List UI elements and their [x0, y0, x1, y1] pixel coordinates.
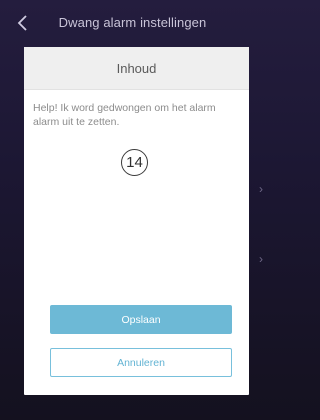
- dialog-header: Inhoud: [24, 47, 249, 90]
- app-header: Dwang alarm instellingen: [0, 0, 265, 46]
- dialog-title: Inhoud: [116, 60, 157, 76]
- duress-message-text[interactable]: Help! Ik word gedwongen om het alarm ala…: [33, 101, 233, 129]
- chevron-right-icon: ›: [259, 252, 263, 266]
- save-button[interactable]: Opslaan: [50, 305, 232, 334]
- number-badge: 14: [121, 149, 148, 176]
- content-dialog: Inhoud Help! Ik word gedwongen om het al…: [24, 47, 249, 395]
- page-title: Dwang alarm instellingen: [58, 15, 207, 30]
- chevron-right-icon: ›: [259, 182, 263, 196]
- cancel-button[interactable]: Annuleren: [50, 348, 232, 377]
